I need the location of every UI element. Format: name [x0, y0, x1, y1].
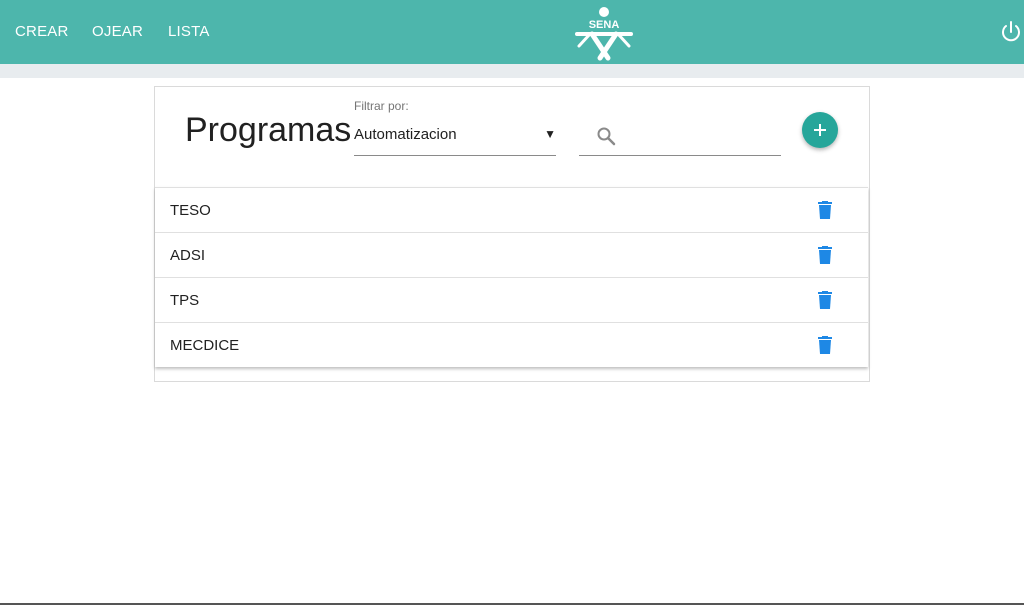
- filter-dropdown[interactable]: Automatizacion ▼: [354, 117, 556, 156]
- list-item[interactable]: MECDICE: [155, 323, 868, 367]
- filter-label: Filtrar por:: [354, 99, 409, 113]
- nav-link-crear[interactable]: CREAR: [15, 23, 69, 40]
- dropdown-arrow-icon: ▼: [544, 127, 556, 141]
- plus-icon: [814, 124, 826, 136]
- trash-icon[interactable]: [818, 291, 832, 309]
- top-navbar: CREAR OJEAR LISTA SENA: [0, 0, 1024, 64]
- power-icon[interactable]: [1000, 20, 1022, 44]
- programs-card: Programas Filtrar por: Automatizacion ▼ …: [154, 86, 870, 382]
- program-name: TESO: [170, 202, 211, 219]
- list-item[interactable]: TPS: [155, 278, 868, 323]
- programs-list: TESO ADSI TPS MECDICE: [155, 187, 868, 367]
- search-icon: [597, 127, 616, 146]
- subheader-bar: [0, 64, 1024, 78]
- search-field[interactable]: [579, 117, 781, 156]
- filter-selected-value: Automatizacion: [354, 126, 457, 143]
- program-name: MECDICE: [170, 337, 240, 354]
- search-input[interactable]: [623, 123, 777, 151]
- trash-icon[interactable]: [818, 246, 832, 264]
- add-program-button[interactable]: [802, 112, 838, 148]
- sena-logo: SENA: [575, 7, 633, 61]
- page-title: Programas: [185, 111, 352, 149]
- trash-icon[interactable]: [818, 336, 832, 354]
- logo-text: SENA: [589, 19, 620, 31]
- nav-link-lista[interactable]: LISTA: [168, 23, 210, 40]
- program-name: TPS: [170, 292, 200, 309]
- list-item[interactable]: ADSI: [155, 233, 868, 278]
- list-item[interactable]: TESO: [155, 188, 868, 233]
- program-name: ADSI: [170, 247, 206, 264]
- trash-icon[interactable]: [818, 201, 832, 219]
- nav-link-ojear[interactable]: OJEAR: [92, 23, 143, 40]
